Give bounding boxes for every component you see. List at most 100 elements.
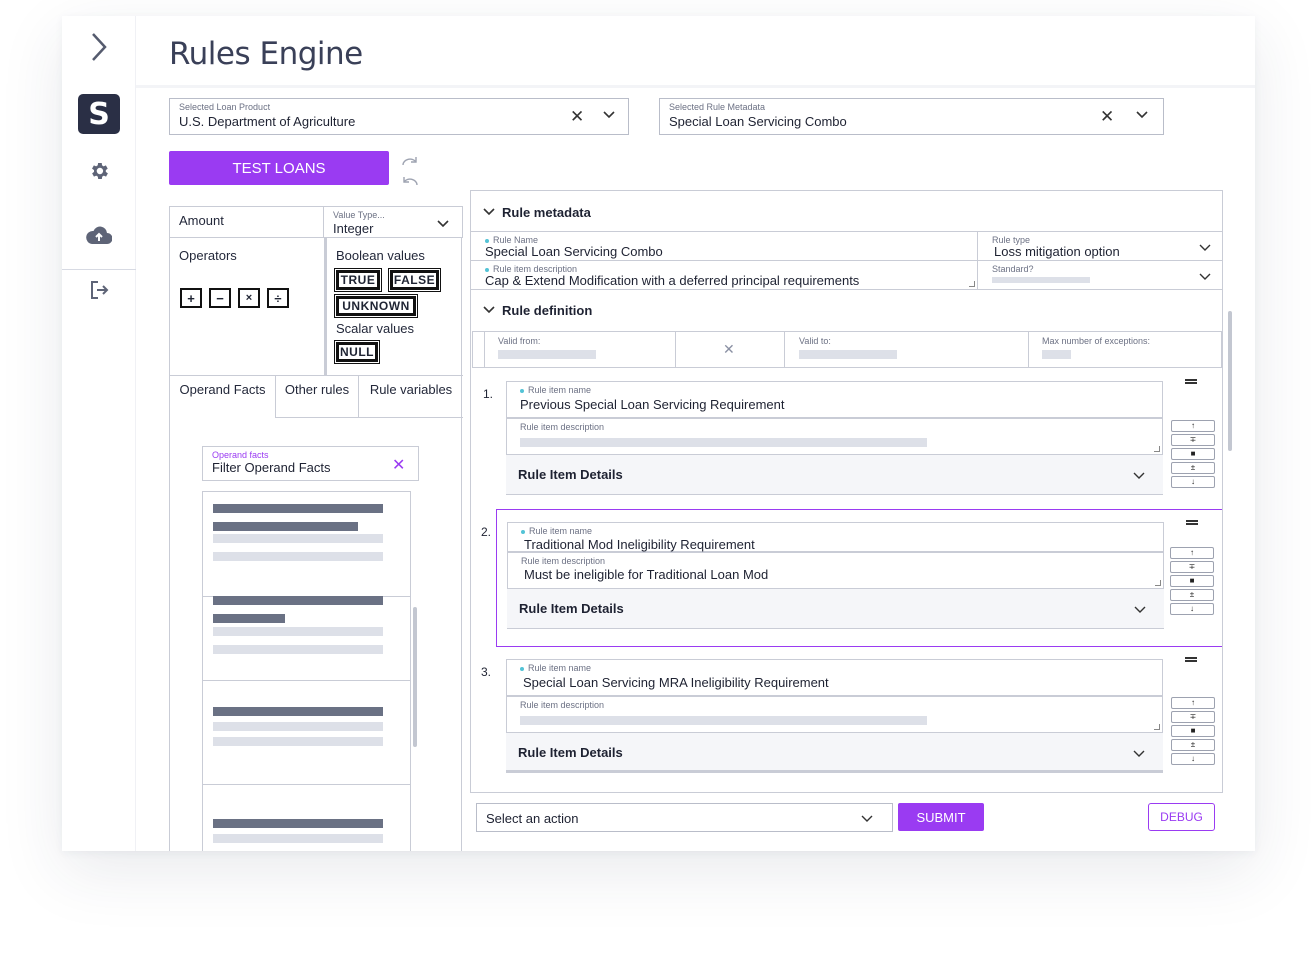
drag-handle-icon[interactable] xyxy=(1186,520,1198,525)
chevron-down-icon[interactable] xyxy=(483,205,495,217)
loan-product-value: U.S. Department of Agriculture xyxy=(179,114,356,129)
redo-icon[interactable] xyxy=(401,153,419,171)
divide-operator[interactable]: ÷ xyxy=(267,288,289,308)
logout-icon[interactable] xyxy=(62,278,136,302)
delete-button[interactable]: ■ xyxy=(1171,448,1215,460)
delete-button[interactable]: ■ xyxy=(1171,725,1215,737)
move-down-button[interactable]: ↓ xyxy=(1170,603,1214,615)
action-select[interactable]: Select an action xyxy=(476,803,893,832)
move-up-button[interactable]: ↑ xyxy=(1170,547,1214,559)
expand-chevron-icon[interactable] xyxy=(62,30,136,64)
chevron-down-icon[interactable] xyxy=(1134,603,1146,615)
chevron-down-icon[interactable] xyxy=(483,303,495,315)
list-item[interactable] xyxy=(203,681,410,785)
insert-above-button[interactable]: ∓ xyxy=(1170,561,1214,573)
rule-item-description-field[interactable]: Rule item description xyxy=(506,696,1163,733)
cloud-upload-icon[interactable] xyxy=(62,223,136,247)
rule-item-name-field[interactable]: Rule item name Previous Special Loan Ser… xyxy=(506,381,1163,418)
rule-definition-title: Rule definition xyxy=(502,303,593,318)
rule-type-select[interactable]: Rule type Loss mitigation option xyxy=(977,231,1222,261)
rule-description-field[interactable]: Rule item description Cap & Extend Modif… xyxy=(471,260,978,290)
rule-item-number: 1. xyxy=(483,387,494,401)
submit-button[interactable]: SUBMIT xyxy=(898,803,984,831)
rule-name-field[interactable]: Rule Name Special Loan Servicing Combo xyxy=(471,231,978,261)
tab-other-rules[interactable]: Other rules xyxy=(276,376,359,418)
drag-handle-icon[interactable] xyxy=(1185,379,1197,384)
loan-product-select[interactable]: Selected Loan Product U.S. Department of… xyxy=(169,98,629,135)
chevron-down-icon[interactable] xyxy=(1199,241,1211,253)
scalar-values-title: Scalar values xyxy=(336,321,415,336)
rule-item-details-title: Rule Item Details xyxy=(519,601,624,616)
settings-gear-icon[interactable] xyxy=(62,159,136,183)
operand-facts-filter-value: Filter Operand Facts xyxy=(212,460,331,475)
insert-below-button[interactable]: ± xyxy=(1171,739,1215,751)
rule-item-name-field[interactable]: Rule item name Traditional Mod Ineligibi… xyxy=(507,522,1164,552)
chevron-down-icon[interactable] xyxy=(436,216,450,235)
value-type-select[interactable]: Value Type... Integer xyxy=(323,206,463,238)
sidebar: S xyxy=(62,16,136,851)
rule-type-value: Loss mitigation option xyxy=(994,244,1120,259)
valid-from-field[interactable]: Valid from: xyxy=(484,332,676,367)
chevron-down-icon[interactable] xyxy=(1133,747,1145,759)
rule-item-description-field[interactable]: Rule item description xyxy=(506,418,1163,455)
null-value[interactable]: NULL xyxy=(334,340,380,364)
rule-item-1: 1. Rule item name Previous Special Loan … xyxy=(483,377,1222,499)
tab-operand-facts[interactable]: Operand Facts xyxy=(170,376,276,418)
rule-item-2: 2. Rule item name Traditional Mod Inelig… xyxy=(481,509,1222,647)
rule-item-actions: ↑ ∓ ■ ± ↓ xyxy=(1171,697,1215,767)
clear-icon[interactable]: ✕ xyxy=(570,107,584,127)
fact-list-scrollbar[interactable] xyxy=(413,607,417,747)
list-item[interactable] xyxy=(203,785,410,851)
rule-item-actions: ↑ ∓ ■ ± ↓ xyxy=(1170,547,1214,617)
debug-button[interactable]: DEBUG xyxy=(1148,803,1215,831)
rule-metadata-header[interactable]: Rule metadata xyxy=(471,191,1222,231)
rule-metadata-value: Special Loan Servicing Combo xyxy=(669,114,847,129)
rule-item-details-accordion[interactable]: Rule Item Details xyxy=(506,733,1163,773)
chevron-down-icon[interactable] xyxy=(1133,469,1145,481)
clear-dates-icon[interactable]: ✕ xyxy=(723,341,735,358)
max-exceptions-field[interactable]: Max number of exceptions: xyxy=(1029,332,1222,367)
rule-editor-scrollbar-thumb[interactable] xyxy=(1228,311,1232,451)
false-value[interactable]: FALSE xyxy=(388,268,441,292)
delete-button[interactable]: ■ xyxy=(1170,575,1214,587)
chevron-down-icon[interactable] xyxy=(1135,107,1149,126)
undo-icon[interactable] xyxy=(401,173,419,191)
rule-item-description-field[interactable]: Rule item description Must be ineligible… xyxy=(507,552,1164,589)
clear-icon[interactable]: ✕ xyxy=(1100,107,1114,127)
multiply-operator[interactable]: × xyxy=(238,288,260,308)
rule-metadata-select[interactable]: Selected Rule Metadata Special Loan Serv… xyxy=(659,98,1164,135)
test-loans-button[interactable]: TEST LOANS xyxy=(169,151,389,185)
insert-above-button[interactable]: ∓ xyxy=(1171,434,1215,446)
plus-operator[interactable]: + xyxy=(180,288,202,308)
tab-rule-variables[interactable]: Rule variables xyxy=(359,376,463,418)
move-down-button[interactable]: ↓ xyxy=(1171,753,1215,765)
move-up-button[interactable]: ↑ xyxy=(1171,697,1215,709)
rule-definition-header[interactable]: Rule definition xyxy=(471,291,1222,331)
chevron-down-icon[interactable] xyxy=(861,812,873,824)
insert-below-button[interactable]: ± xyxy=(1171,462,1215,474)
rule-item-name-label: Rule item name xyxy=(529,526,593,536)
rule-item-details-accordion[interactable]: Rule Item Details xyxy=(507,589,1164,629)
chevron-down-icon[interactable] xyxy=(602,107,616,126)
value-type-value: Integer xyxy=(333,221,374,236)
amount-field[interactable]: Amount xyxy=(169,206,324,238)
true-value[interactable]: TRUE xyxy=(334,268,382,292)
insert-below-button[interactable]: ± xyxy=(1170,589,1214,601)
unknown-value[interactable]: UNKNOWN xyxy=(334,294,418,318)
chevron-down-icon[interactable] xyxy=(1199,270,1211,282)
clear-icon[interactable]: ✕ xyxy=(392,455,405,475)
rule-item-details-title: Rule Item Details xyxy=(518,745,623,760)
move-up-button[interactable]: ↑ xyxy=(1171,420,1215,432)
rule-item-details-title: Rule Item Details xyxy=(518,467,623,482)
standard-select[interactable]: Standard? xyxy=(977,260,1222,290)
rule-item-name-field[interactable]: Rule item name Special Loan Servicing MR… xyxy=(506,659,1163,696)
insert-above-button[interactable]: ∓ xyxy=(1171,711,1215,723)
drag-handle-icon[interactable] xyxy=(1185,657,1197,662)
rule-metadata-title: Rule metadata xyxy=(502,205,591,220)
minus-operator[interactable]: − xyxy=(209,288,231,308)
valid-to-field[interactable]: Valid to: xyxy=(784,332,1029,367)
rule-item-details-accordion[interactable]: Rule Item Details xyxy=(506,455,1163,495)
operand-facts-filter-input[interactable]: Operand facts Filter Operand Facts ✕ xyxy=(202,446,419,481)
move-down-button[interactable]: ↓ xyxy=(1171,476,1215,488)
list-item[interactable] xyxy=(203,576,410,681)
